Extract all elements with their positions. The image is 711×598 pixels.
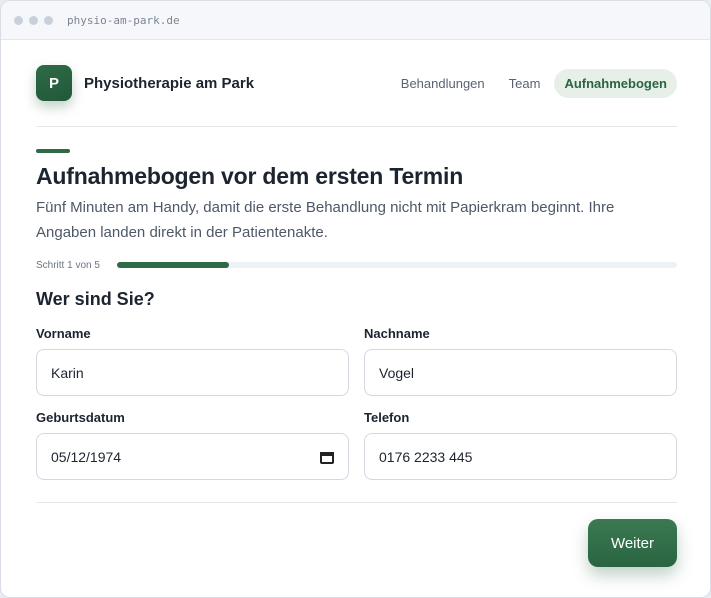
field-phone: Telefon 0176 2233 445 (364, 410, 677, 480)
phone-input[interactable]: 0176 2233 445 (364, 433, 677, 480)
nav-aufnahmebogen[interactable]: Aufnahmebogen (554, 68, 677, 98)
site-header: P Physiotherapie am Park Behandlungen Te… (36, 40, 677, 127)
progress-track (117, 262, 677, 268)
window-dot-maximize[interactable] (44, 15, 53, 25)
form-footer: Weiter (36, 519, 677, 567)
page-content: P Physiotherapie am Park Behandlungen Te… (36, 40, 677, 567)
field-last-name: Nachname Vogel (364, 326, 677, 396)
logo[interactable]: P (36, 65, 72, 101)
field-first-name: Vorname Karin (36, 326, 349, 396)
phone-label: Telefon (364, 410, 410, 425)
window-dot-close[interactable] (14, 15, 23, 25)
logo-letter: P (48, 74, 59, 92)
browser-chrome: physio-am-park.de (1, 1, 710, 40)
next-button[interactable]: Weiter (588, 519, 677, 567)
address-bar[interactable]: physio-am-park.de (67, 14, 180, 27)
birthdate-value: 05/12/1974 (51, 448, 122, 465)
field-birthdate: Geburtsdatum 05/12/1974 (36, 410, 349, 480)
birthdate-input[interactable]: 05/12/1974 (36, 433, 349, 480)
page-subtitle: Fünf Minuten am Handy, damit die erste B… (36, 199, 615, 241)
first-name-input[interactable]: Karin (36, 349, 349, 396)
progress-label: Schritt 1 von 5 (36, 259, 100, 271)
nav-team[interactable]: Team (499, 69, 551, 98)
nav-behandlungen[interactable]: Behandlungen (391, 69, 495, 98)
page-title: Aufnahmebogen vor dem ersten Termin (36, 163, 464, 189)
browser-window: physio-am-park.de P Physiotherapie am Pa… (0, 0, 711, 598)
main-nav: Behandlungen Team Aufnahmebogen (387, 68, 677, 98)
first-name-label: Vorname (36, 326, 91, 341)
accent-bar (36, 149, 70, 153)
window-dot-minimize[interactable] (29, 15, 38, 25)
last-name-value: Vogel (379, 364, 415, 381)
last-name-label: Nachname (364, 326, 430, 341)
calendar-icon[interactable] (320, 450, 334, 464)
personal-form: Vorname Karin Nachname Vogel Geburtsdatu… (36, 326, 677, 480)
section-title: Wer sind Sie? (36, 289, 155, 309)
first-name-value: Karin (51, 364, 84, 381)
progress: Schritt 1 von 5 (36, 259, 677, 271)
phone-value: 0176 2233 445 (379, 448, 473, 465)
progress-fill (117, 262, 229, 268)
brand-name[interactable]: Physiotherapie am Park (84, 75, 254, 92)
last-name-input[interactable]: Vogel (364, 349, 677, 396)
divider (36, 502, 677, 503)
birthdate-label: Geburtsdatum (36, 410, 125, 425)
